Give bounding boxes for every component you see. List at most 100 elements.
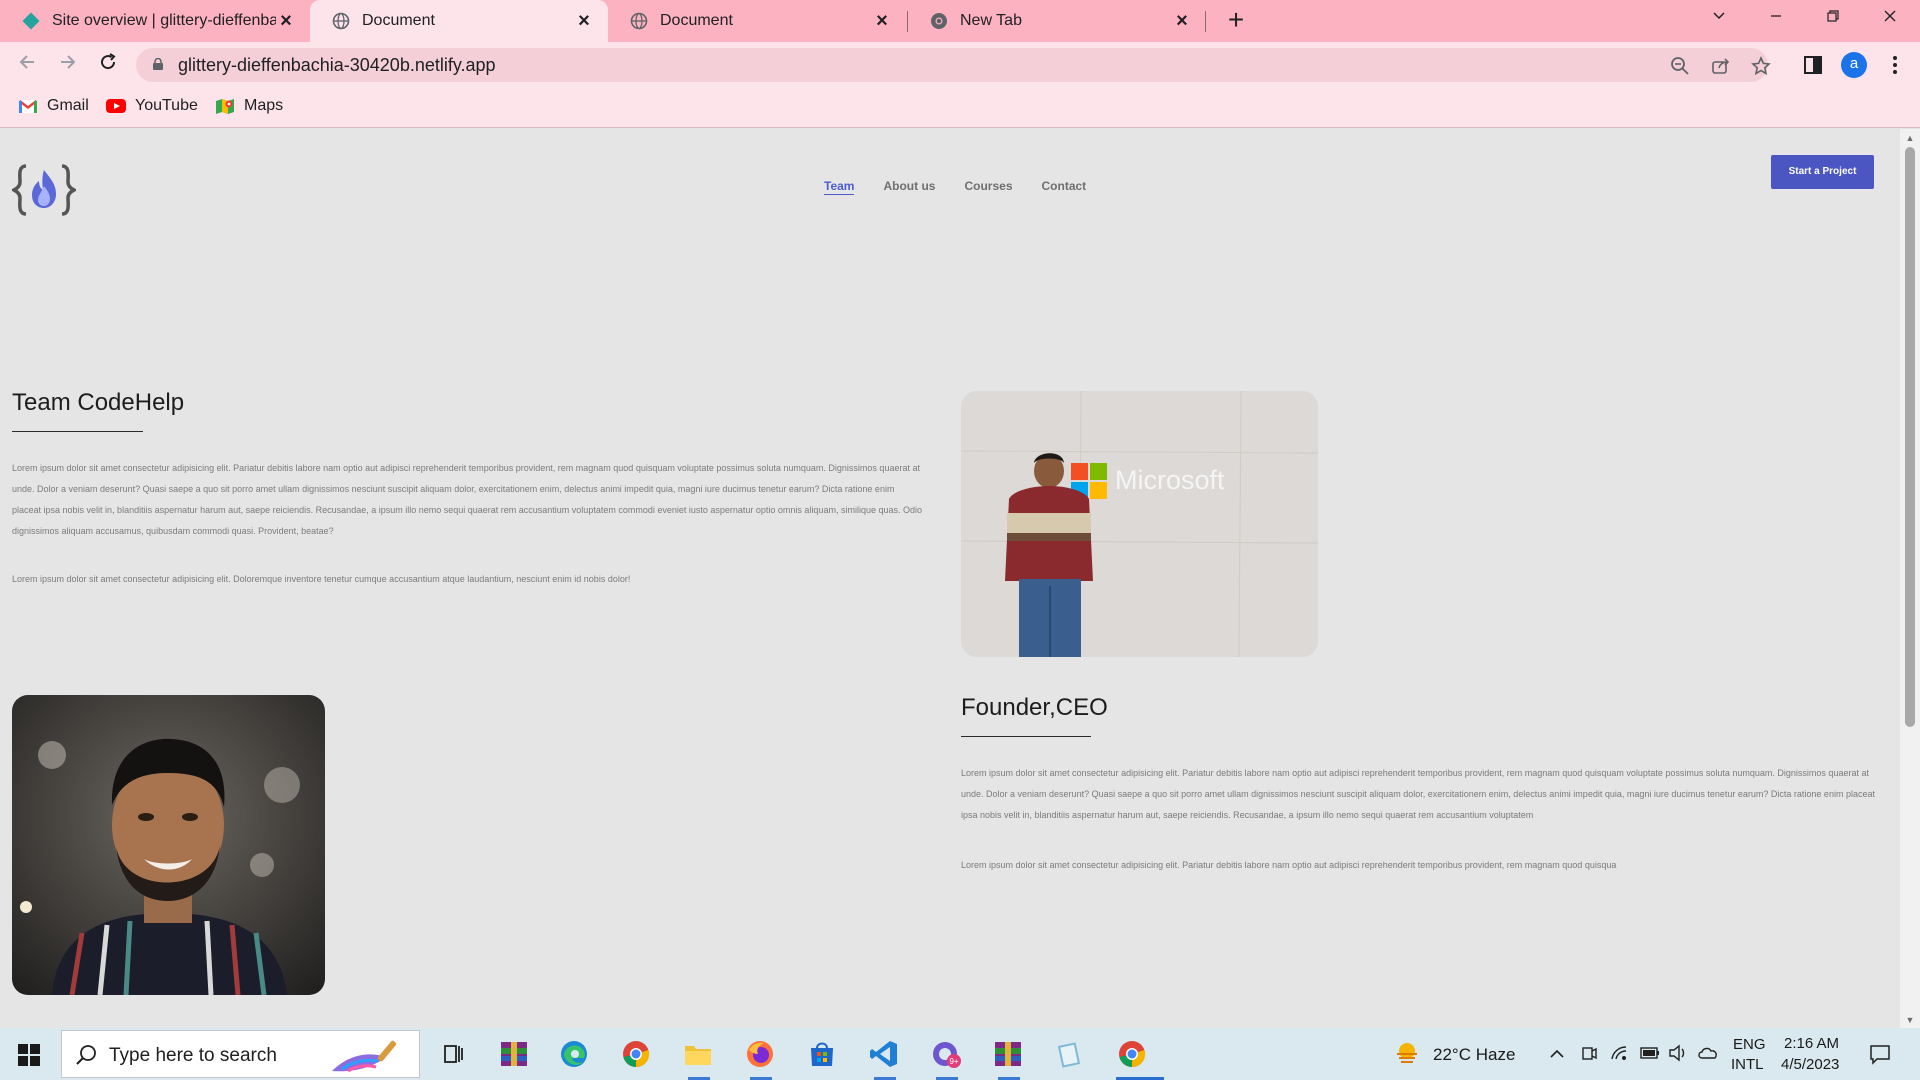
windows-taskbar: Type here to search 9+ 22°C Haze ENG INT… bbox=[0, 1028, 1920, 1080]
scrollbar-thumb[interactable] bbox=[1905, 147, 1915, 727]
more-menu-icon[interactable] bbox=[1884, 54, 1906, 76]
site-logo-icon[interactable] bbox=[12, 162, 76, 218]
bookmark-label: YouTube bbox=[135, 97, 198, 114]
tab-site-overview[interactable]: Site overview | glittery-dieffenbachia-3… bbox=[0, 0, 310, 42]
site-nav: Team About us Courses Contact bbox=[824, 179, 1115, 195]
founder-portrait-photo bbox=[12, 695, 325, 995]
microsoft-sign-text: Microsoft bbox=[1115, 465, 1225, 495]
bookmarks-bar: Gmail YouTube Maps bbox=[0, 88, 1920, 128]
volume-icon[interactable] bbox=[1668, 1044, 1688, 1062]
clock-date[interactable]: 4/5/2023 bbox=[1781, 1056, 1839, 1073]
keyboard-layout-indicator[interactable]: INTL bbox=[1731, 1056, 1764, 1073]
nav-link-contact[interactable]: Contact bbox=[1042, 179, 1087, 195]
new-tab-button[interactable]: + bbox=[1222, 6, 1250, 35]
close-icon[interactable]: × bbox=[1172, 11, 1192, 31]
vscode-icon[interactable] bbox=[868, 1038, 900, 1070]
tab-title: New Tab bbox=[960, 12, 1022, 29]
bookmark-label: Maps bbox=[244, 97, 284, 114]
close-window-icon[interactable] bbox=[1876, 8, 1904, 32]
weather-haze-icon[interactable] bbox=[1394, 1040, 1420, 1066]
founder-office-photo: Microsoft bbox=[961, 391, 1318, 657]
founder-section-title: Founder,CEO bbox=[961, 694, 1108, 721]
back-arrow-icon[interactable] bbox=[13, 51, 41, 79]
founder-paragraph-1: Lorem ipsum dolor sit amet consectetur a… bbox=[961, 768, 1875, 820]
tab-document-active[interactable]: Document × bbox=[310, 0, 608, 42]
bookmark-youtube[interactable]: YouTube bbox=[106, 97, 198, 115]
zoom-icon[interactable] bbox=[1670, 56, 1690, 76]
tab-title: Document bbox=[660, 12, 733, 29]
gmail-icon bbox=[18, 100, 38, 113]
firefox-icon[interactable] bbox=[744, 1038, 776, 1070]
start-project-button[interactable]: Start a Project bbox=[1771, 155, 1874, 189]
chrome-icon bbox=[931, 13, 947, 29]
notepad-icon[interactable] bbox=[1054, 1038, 1086, 1070]
notifications-icon[interactable] bbox=[1868, 1042, 1892, 1066]
share-icon[interactable] bbox=[1711, 56, 1731, 76]
founder-office-photo-art: Microsoft bbox=[961, 391, 1318, 657]
team-paragraph-2: Lorem ipsum dolor sit amet consectetur a… bbox=[12, 574, 631, 584]
nav-link-courses[interactable]: Courses bbox=[964, 179, 1012, 195]
scroll-down-arrow-icon[interactable]: ▼ bbox=[1905, 1015, 1915, 1025]
windows-start-icon[interactable] bbox=[18, 1044, 40, 1066]
reload-icon[interactable] bbox=[94, 51, 122, 79]
winrar-icon[interactable] bbox=[498, 1038, 530, 1070]
battery-icon[interactable] bbox=[1640, 1044, 1660, 1062]
search-placeholder: Type here to search bbox=[109, 1045, 277, 1066]
chrome-taskbar-icon[interactable] bbox=[620, 1038, 652, 1070]
close-icon[interactable]: × bbox=[276, 11, 296, 31]
netlify-icon bbox=[22, 12, 40, 30]
weather-text[interactable]: 22°C Haze bbox=[1433, 1045, 1515, 1065]
avatar[interactable]: a bbox=[1841, 52, 1867, 78]
app-with-badge-icon[interactable]: 9+ bbox=[930, 1038, 962, 1070]
globe-icon bbox=[332, 12, 350, 30]
search-icon bbox=[76, 1045, 96, 1065]
meet-now-icon[interactable] bbox=[1580, 1044, 1598, 1062]
language-indicator[interactable]: ENG bbox=[1733, 1036, 1766, 1053]
youtube-icon bbox=[106, 99, 126, 113]
url-text[interactable]: glittery-dieffenbachia-30420b.netlify.ap… bbox=[178, 55, 496, 76]
minimize-icon[interactable] bbox=[1762, 8, 1790, 32]
page-scrollbar[interactable]: ▲ ▼ bbox=[1900, 129, 1920, 1028]
wifi-icon[interactable] bbox=[1610, 1044, 1628, 1062]
taskbar-search-box[interactable]: Type here to search bbox=[61, 1030, 420, 1078]
forward-arrow-icon[interactable] bbox=[54, 51, 82, 79]
globe-icon bbox=[630, 12, 648, 30]
founder-portrait-photo-art bbox=[12, 695, 325, 995]
lock-icon[interactable] bbox=[152, 58, 164, 70]
tab-search-chevron-icon[interactable] bbox=[1705, 8, 1733, 32]
nav-link-about-us[interactable]: About us bbox=[883, 179, 935, 195]
browser-tab-bar: Site overview | glittery-dieffenbachia-3… bbox=[0, 0, 1920, 42]
bookmark-maps[interactable]: Maps bbox=[215, 97, 283, 115]
chevron-up-icon[interactable] bbox=[1549, 1046, 1565, 1062]
file-explorer-icon[interactable] bbox=[682, 1038, 714, 1070]
tab-new-tab[interactable]: New Tab × bbox=[908, 0, 1206, 42]
scroll-up-arrow-icon[interactable]: ▲ bbox=[1905, 133, 1915, 143]
close-icon[interactable]: × bbox=[872, 11, 892, 31]
team-paragraph-1: Lorem ipsum dolor sit amet consectetur a… bbox=[12, 463, 922, 536]
clock-time[interactable]: 2:16 AM bbox=[1784, 1035, 1839, 1052]
svg-text:9+: 9+ bbox=[949, 1057, 958, 1066]
close-icon[interactable]: × bbox=[574, 11, 594, 31]
winrar-icon-2[interactable] bbox=[992, 1038, 1024, 1070]
search-highlight-brush-icon bbox=[332, 1040, 397, 1073]
task-view-icon[interactable] bbox=[437, 1038, 469, 1070]
bookmark-gmail[interactable]: Gmail bbox=[18, 97, 89, 115]
onedrive-icon[interactable] bbox=[1697, 1044, 1719, 1062]
chrome-active-icon[interactable] bbox=[1116, 1038, 1148, 1070]
nav-link-team[interactable]: Team bbox=[824, 179, 855, 195]
edge-icon[interactable] bbox=[558, 1038, 590, 1070]
tab-document[interactable]: Document × bbox=[608, 0, 906, 42]
bookmark-label: Gmail bbox=[47, 97, 89, 114]
microsoft-store-icon[interactable] bbox=[806, 1038, 838, 1070]
founder-paragraph-2: Lorem ipsum dolor sit amet consectetur a… bbox=[961, 860, 1617, 870]
tab-title: Site overview | glittery-dieffenbachia-3… bbox=[52, 12, 276, 29]
side-panel-icon[interactable] bbox=[1802, 54, 1824, 76]
title-underline bbox=[961, 736, 1091, 737]
bookmark-star-icon[interactable] bbox=[1751, 56, 1771, 76]
restore-icon[interactable] bbox=[1819, 8, 1847, 32]
maps-icon bbox=[216, 99, 234, 114]
tab-title: Document bbox=[362, 12, 435, 29]
address-bar[interactable]: glittery-dieffenbachia-30420b.netlify.ap… bbox=[136, 48, 1771, 82]
tab-separator bbox=[1205, 11, 1206, 32]
browser-toolbar: glittery-dieffenbachia-30420b.netlify.ap… bbox=[0, 42, 1920, 88]
